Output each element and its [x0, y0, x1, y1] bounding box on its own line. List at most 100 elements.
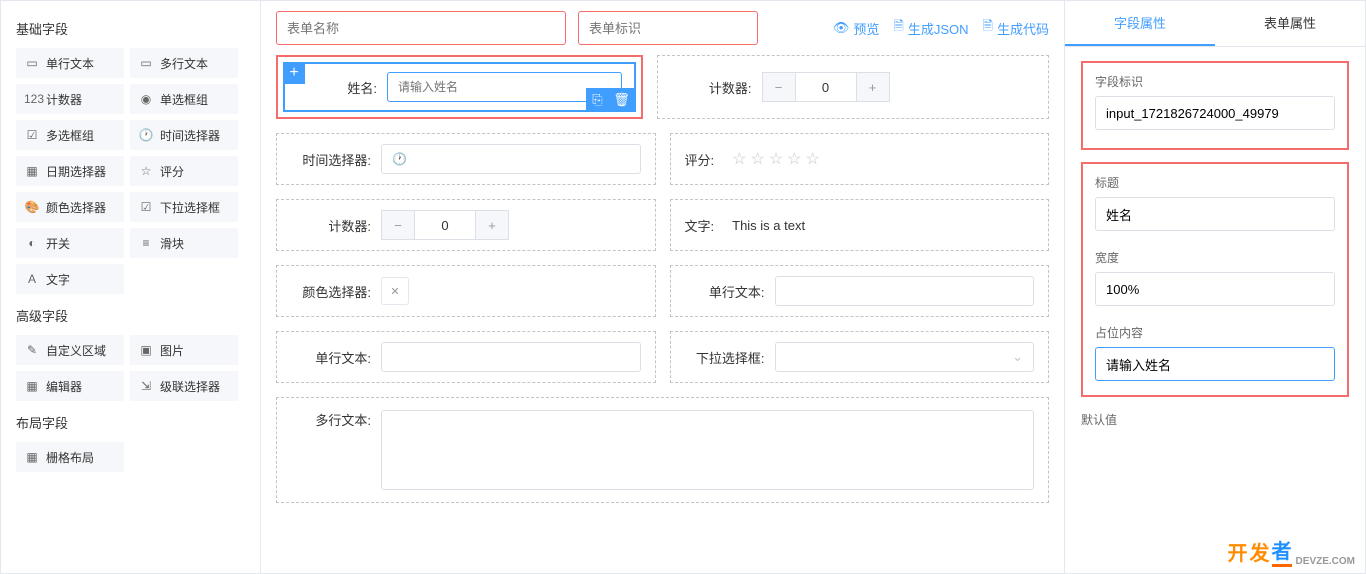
color-clear-button[interactable]: ✕ — [381, 277, 409, 305]
text-value: This is a text — [732, 218, 805, 233]
field-input-1[interactable]: 单行文本: — [670, 265, 1050, 317]
section-layout-title: 布局字段 — [16, 413, 245, 432]
field-textarea[interactable]: 多行文本: — [276, 397, 1049, 503]
minus-button[interactable]: − — [381, 210, 415, 240]
property-panel: 字段属性 表单属性 字段标识 标题 宽度 占位内容 — [1065, 1, 1365, 573]
palette-item-label: 日期选择器 — [46, 163, 106, 180]
palette-item[interactable]: ✎ 自定义区域 — [16, 335, 124, 365]
palette-item[interactable]: ☑ 下拉选择框 — [130, 192, 238, 222]
prop-title-label: 标题 — [1095, 174, 1335, 191]
palette-item[interactable]: ▦ 栅格布局 — [16, 442, 124, 472]
field-rate[interactable]: 评分: ☆☆☆☆☆ — [670, 133, 1050, 185]
counter-control[interactable]: − 0 + — [762, 72, 890, 102]
prop-placeholder-label: 占位内容 — [1095, 324, 1335, 341]
field-type-icon: ▭ — [24, 56, 40, 70]
rate-stars[interactable]: ☆☆☆☆☆ — [732, 149, 820, 169]
eye-icon: 👁 — [833, 20, 850, 36]
field-type-icon: ▦ — [24, 379, 40, 393]
copy-icon[interactable]: ⎘ — [586, 88, 610, 112]
palette-item-label: 颜色选择器 — [46, 199, 106, 216]
palette-item[interactable]: ◐ 开关 — [16, 228, 124, 258]
field-type-icon: ☑ — [138, 200, 154, 214]
canvas-panel: 👁预览 🗎生成JSON 🗎生成代码 + 姓名: ⎘ 🗑 — [261, 1, 1065, 573]
field-name-selected[interactable]: + 姓名: ⎘ 🗑 — [276, 55, 643, 119]
clock-icon: 🕐 — [392, 152, 407, 166]
form-id-input[interactable] — [578, 11, 758, 45]
palette-item[interactable]: 🕐 时间选择器 — [130, 120, 238, 150]
select-input[interactable]: ⌄ — [775, 342, 1035, 372]
text-input[interactable] — [775, 276, 1035, 306]
palette-item-label: 单行文本 — [46, 55, 94, 72]
gen-code-link[interactable]: 🗎生成代码 — [983, 17, 1049, 39]
palette-item-label: 栅格布局 — [46, 449, 94, 466]
field-type-icon: ✎ — [24, 343, 40, 357]
delete-icon[interactable]: 🗑 — [610, 88, 634, 112]
chevron-down-icon: ⌄ — [1012, 349, 1023, 365]
field-color[interactable]: 颜色选择器: ✕ — [276, 265, 656, 317]
palette-item-label: 时间选择器 — [160, 127, 220, 144]
field-type-icon: 🕐 — [138, 128, 154, 142]
add-icon[interactable]: + — [283, 62, 305, 84]
palette-item[interactable]: ◉单选框组 — [130, 84, 238, 114]
counter-control-2[interactable]: − 0 + — [381, 210, 509, 240]
field-input-2[interactable]: 单行文本: — [276, 331, 656, 383]
textarea-input[interactable] — [381, 410, 1034, 490]
field-select[interactable]: 下拉选择框: ⌄ — [670, 331, 1050, 383]
palette-item[interactable]: 123计数器 — [16, 84, 124, 114]
palette-item-label: 下拉选择框 — [160, 199, 220, 216]
doc-icon: 🗎 — [893, 17, 903, 39]
field-type-icon: ☑ — [24, 128, 40, 142]
form-canvas[interactable]: + 姓名: ⎘ 🗑 计数器: − 0 + — [261, 55, 1064, 573]
palette-item[interactable]: 🎨颜色选择器 — [16, 192, 124, 222]
field-type-icon: ▦ — [24, 450, 40, 464]
field-counter-2[interactable]: 计数器: − 0 + — [276, 199, 656, 251]
doc-icon: 🗎 — [983, 17, 993, 39]
form-name-input[interactable] — [276, 11, 566, 45]
text-input-2[interactable] — [381, 342, 641, 372]
field-type-icon: 123 — [24, 92, 40, 106]
field-type-icon: ⇲ — [138, 379, 154, 393]
palette-item[interactable]: ⇲ 级联选择器 — [130, 371, 238, 401]
prop-title-input[interactable] — [1095, 197, 1335, 231]
palette-item[interactable]: ▭多行文本 — [130, 48, 238, 78]
plus-button[interactable]: + — [856, 72, 890, 102]
palette-item[interactable]: ▦ 日期选择器 — [16, 156, 124, 186]
preview-link[interactable]: 👁预览 — [833, 17, 880, 39]
palette-item[interactable]: ☑多选框组 — [16, 120, 124, 150]
field-type-icon: ◉ — [138, 92, 154, 106]
palette-item[interactable]: ▣图片 — [130, 335, 238, 365]
palette-item[interactable]: ▭ 单行文本 — [16, 48, 124, 78]
prop-width-input[interactable] — [1095, 272, 1335, 306]
field-timepicker[interactable]: 时间选择器: 🕐 — [276, 133, 656, 185]
field-type-icon: ▦ — [24, 164, 40, 178]
gen-json-link[interactable]: 🗎生成JSON — [893, 17, 968, 39]
field-type-icon: ◐ — [24, 236, 40, 250]
palette-item-label: 多行文本 — [160, 55, 208, 72]
palette-item[interactable]: ≡ 滑块 — [130, 228, 238, 258]
field-text[interactable]: 文字: This is a text — [670, 199, 1050, 251]
counter-value: 0 — [796, 72, 856, 102]
field-type-icon: ☆ — [138, 164, 154, 178]
prop-fieldid-input[interactable] — [1095, 96, 1335, 130]
prop-placeholder-input[interactable] — [1095, 347, 1335, 381]
palette-item-label: 级联选择器 — [160, 378, 220, 395]
field-counter[interactable]: 计数器: − 0 + — [657, 55, 1050, 119]
palette-item-label: 滑块 — [160, 235, 184, 252]
palette-item-label: 自定义区域 — [46, 342, 106, 359]
field-type-icon: ≡ — [138, 236, 154, 250]
palette-item[interactable]: A文字 — [16, 264, 124, 294]
tab-field-props[interactable]: 字段属性 — [1065, 1, 1215, 46]
palette-item[interactable]: ☆评分 — [130, 156, 238, 186]
minus-button[interactable]: − — [762, 72, 796, 102]
section-basic-title: 基础字段 — [16, 19, 245, 38]
field-type-icon: ▣ — [138, 343, 154, 357]
palette-item[interactable]: ▦ 编辑器 — [16, 371, 124, 401]
time-input[interactable]: 🕐 — [381, 144, 641, 174]
tab-form-props[interactable]: 表单属性 — [1215, 1, 1365, 46]
palette-item-label: 开关 — [46, 235, 70, 252]
prop-default-label: 默认值 — [1081, 411, 1349, 428]
field-type-icon: A — [24, 272, 40, 286]
palette-item-label: 编辑器 — [46, 378, 82, 395]
section-advanced-title: 高级字段 — [16, 306, 245, 325]
plus-button[interactable]: + — [475, 210, 509, 240]
